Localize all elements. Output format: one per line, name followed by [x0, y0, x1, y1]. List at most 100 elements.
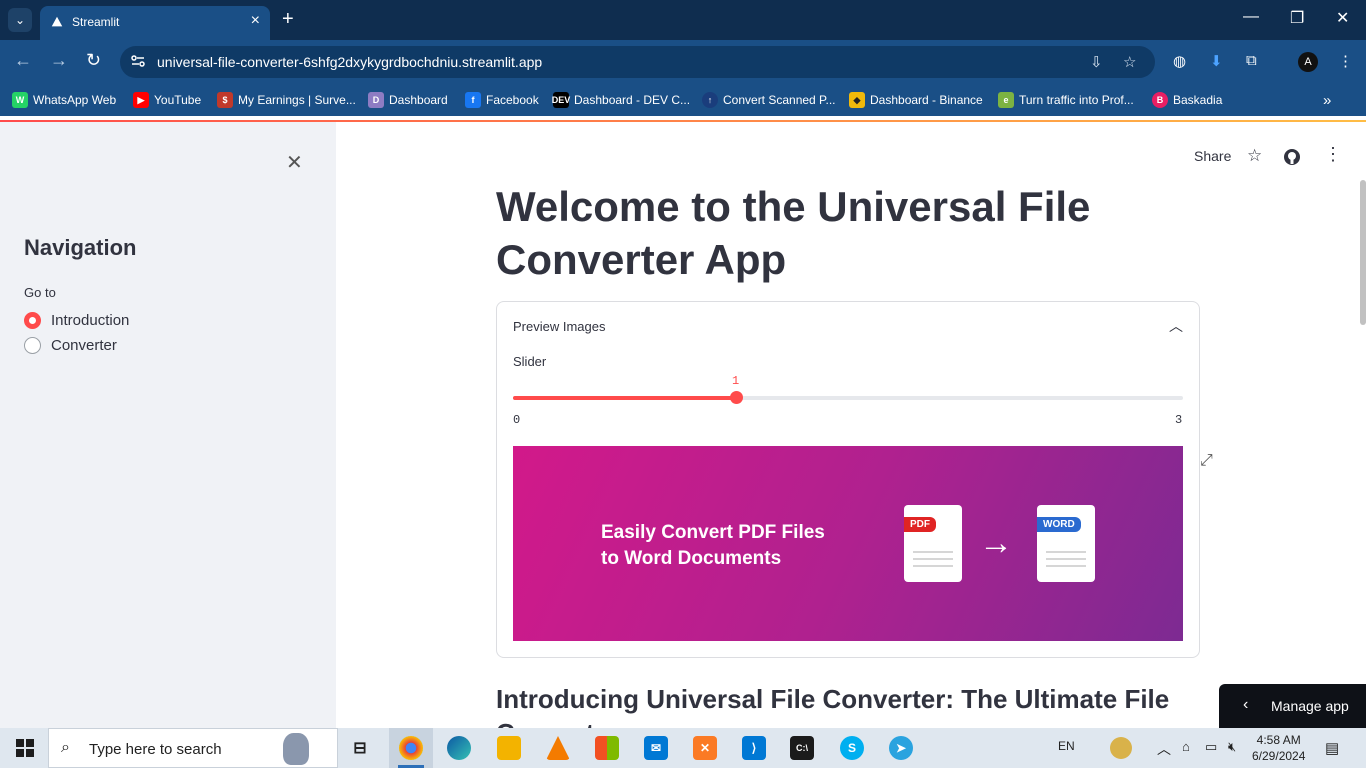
- network-icon[interactable]: ⌂: [1182, 739, 1190, 754]
- sidebar: ✕ Navigation Go to Introduction Converte…: [0, 122, 336, 728]
- download-extension-icon[interactable]: ⬇: [1210, 52, 1223, 70]
- weather-icon[interactable]: [1110, 737, 1132, 759]
- skype-icon[interactable]: S: [840, 736, 864, 760]
- bookmark-item[interactable]: D Dashboard: [368, 92, 448, 108]
- radio-option-label: Converter: [51, 337, 117, 354]
- reload-icon[interactable]: ↻: [86, 50, 101, 71]
- vscode-icon[interactable]: ⟩: [742, 736, 766, 760]
- search-placeholder: Type here to search: [89, 741, 222, 758]
- search-icon: ⌕: [61, 739, 70, 756]
- forward-icon[interactable]: →: [50, 50, 68, 71]
- file-explorer-icon[interactable]: [497, 736, 521, 760]
- language-indicator[interactable]: EN: [1058, 739, 1075, 753]
- sidebar-title: Navigation: [24, 235, 137, 260]
- telegram-icon[interactable]: ➤: [889, 736, 913, 760]
- search-highlight-icon: [283, 733, 309, 765]
- slider-value: 1: [732, 374, 740, 388]
- install-app-icon[interactable]: ⇩: [1090, 53, 1103, 71]
- page-title: Welcome to the Universal File Converter …: [496, 183, 1091, 283]
- taskbar-search-box[interactable]: ⌕ Type here to search: [48, 728, 338, 768]
- bookmark-item[interactable]: ◆ Dashboard - Binance: [849, 92, 983, 108]
- radio-option-converter[interactable]: Converter: [24, 337, 117, 354]
- dev-icon: DEV: [552, 92, 570, 108]
- windows-taskbar: ⌕ Type here to search ⊟ ✉ ✕ ⟩ C:\ S ➤ EN…: [0, 728, 1366, 768]
- bookmark-item[interactable]: f Facebook: [465, 92, 539, 108]
- browser-menu-icon[interactable]: ⋮: [1338, 52, 1353, 70]
- radio-group-label: Go to: [24, 285, 56, 300]
- chevron-up-icon[interactable]: ︿: [1169, 316, 1183, 336]
- address-bar[interactable]: universal-file-converter-6shfg2dxykygrdb…: [120, 46, 1155, 78]
- preview-image: Easily Convert PDF Files to Word Documen…: [513, 446, 1183, 641]
- edge-icon[interactable]: [447, 736, 471, 760]
- arrow-right-icon: →: [979, 524, 1013, 562]
- slider-fill: [513, 396, 736, 400]
- bookmarks-bar: W WhatsApp Web ▶ YouTube $ My Earnings | Su…: [0, 84, 1366, 116]
- slider-label: Slider: [513, 354, 547, 369]
- radio-option-introduction[interactable]: Introduction: [24, 312, 129, 329]
- earnings-icon: $: [217, 92, 233, 108]
- notifications-icon[interactable]: ▤: [1325, 739, 1339, 757]
- store-icon[interactable]: [595, 736, 619, 760]
- terminal-icon[interactable]: C:\: [790, 736, 814, 760]
- github-icon[interactable]: [1283, 148, 1301, 166]
- globe-extension-icon[interactable]: ◍: [1173, 52, 1186, 70]
- new-tab-button[interactable]: +: [282, 8, 294, 31]
- back-icon[interactable]: ←: [14, 50, 32, 71]
- sidebar-close-icon[interactable]: ✕: [286, 150, 303, 175]
- volume-muted-icon[interactable]: 🔇︎: [1228, 739, 1236, 755]
- slider-max: 3: [1175, 413, 1183, 427]
- traffic-icon: e: [998, 92, 1014, 108]
- bookmark-item[interactable]: e Turn traffic into Prof...: [998, 92, 1134, 108]
- bookmark-item[interactable]: W WhatsApp Web: [12, 92, 116, 108]
- extensions-puzzle-icon[interactable]: ⧉: [1246, 52, 1257, 69]
- task-view-icon[interactable]: ⊟: [348, 736, 372, 760]
- bookmark-star-icon[interactable]: ☆: [1123, 53, 1136, 71]
- convert-icon: ↑: [702, 92, 718, 108]
- word-document-icon: WORD: [1037, 505, 1095, 582]
- bookmark-item[interactable]: B Baskadia: [1152, 92, 1222, 108]
- expander-header[interactable]: Preview Images: [513, 319, 605, 334]
- radio-unselected-icon: [24, 337, 41, 354]
- tray-expand-icon[interactable]: ︿: [1157, 739, 1171, 759]
- scrollbar[interactable]: [1360, 180, 1366, 325]
- fullscreen-icon[interactable]: ⤢: [1200, 452, 1213, 470]
- battery-icon[interactable]: ▭: [1205, 739, 1217, 755]
- tab-close-icon[interactable]: ×: [251, 12, 260, 30]
- browser-tab[interactable]: Streamlit ×: [40, 6, 270, 40]
- xampp-icon[interactable]: ✕: [693, 736, 717, 760]
- main-menu-icon[interactable]: ⋮: [1324, 144, 1342, 165]
- streamlit-favicon-icon: [51, 16, 63, 27]
- slider-thumb[interactable]: [730, 391, 743, 404]
- facebook-icon: f: [465, 92, 481, 108]
- bookmark-item[interactable]: ▶ YouTube: [133, 92, 201, 108]
- banner-text: Easily Convert PDF Files to Word Documen…: [601, 522, 825, 569]
- mail-icon[interactable]: ✉: [644, 736, 668, 760]
- youtube-icon: ▶: [133, 92, 149, 108]
- slider-track[interactable]: [513, 391, 1183, 404]
- chrome-icon[interactable]: [399, 736, 423, 760]
- taskbar-clock[interactable]: 4:58 AM 6/29/2024: [1252, 732, 1305, 764]
- site-info-icon[interactable]: [130, 53, 146, 69]
- binance-icon: ◆: [849, 92, 865, 108]
- more-bookmarks-icon[interactable]: »: [1323, 92, 1331, 109]
- restore-icon[interactable]: ❐: [1290, 8, 1304, 28]
- window-close-icon[interactable]: ✕: [1336, 8, 1349, 28]
- manage-app-button[interactable]: ‹ Manage app: [1219, 684, 1366, 728]
- profile-avatar-icon[interactable]: A: [1298, 52, 1318, 72]
- minimize-icon[interactable]: —: [1243, 8, 1259, 26]
- browser-toolbar: ← → ↻ universal-file-converter-6shfg2dxy…: [0, 40, 1366, 84]
- share-button[interactable]: Share: [1194, 148, 1231, 164]
- favorite-star-icon[interactable]: ☆: [1247, 146, 1262, 166]
- vlc-icon[interactable]: [546, 736, 570, 760]
- chevron-left-icon: ‹: [1243, 696, 1249, 713]
- windows-start-icon[interactable]: [16, 739, 34, 757]
- tab-search-button[interactable]: ⌄: [8, 8, 32, 32]
- browser-tabbar: ⌄ Streamlit × + — ❐ ✕: [0, 0, 1366, 40]
- radio-option-label: Introduction: [51, 312, 130, 329]
- screen: ⌄ Streamlit × + — ❐ ✕ ← → ↻ universal-fi…: [0, 0, 1366, 768]
- bookmark-item[interactable]: $ My Earnings | Surve...: [217, 92, 356, 108]
- slider-min: 0: [513, 413, 521, 427]
- bookmark-item[interactable]: ↑ Convert Scanned P...: [702, 92, 836, 108]
- radio-selected-icon: [24, 312, 41, 329]
- bookmark-item[interactable]: DEV Dashboard - DEV C...: [552, 92, 690, 108]
